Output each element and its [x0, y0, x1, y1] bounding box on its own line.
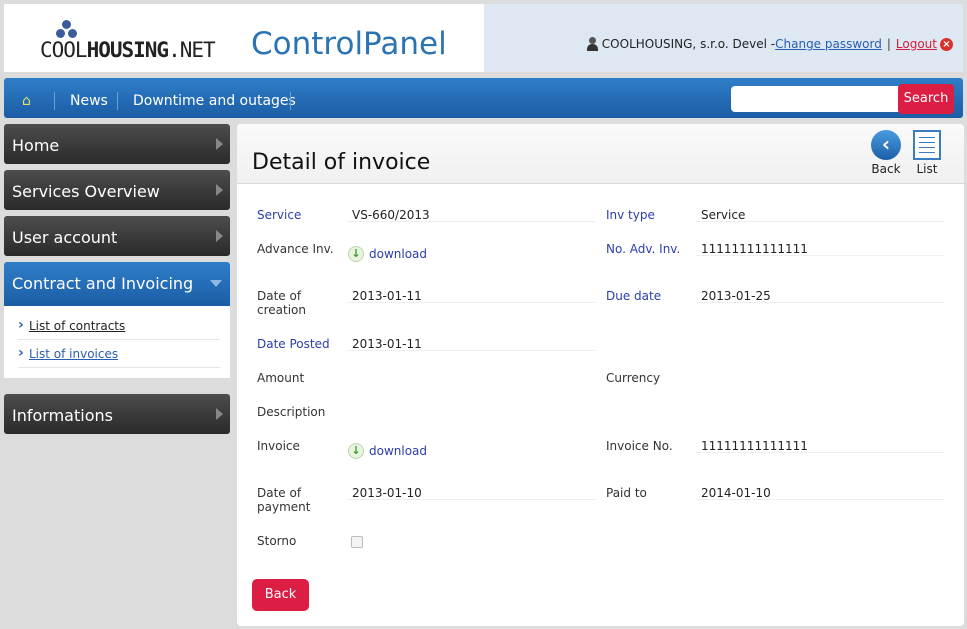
user-icon [586, 37, 598, 51]
sidebar-item-label: Contract and Invoicing [12, 274, 194, 293]
invoice-no-label: Invoice No. [606, 439, 673, 453]
main-panel: Detail of invoice ‹ Back List Service VS… [237, 124, 964, 626]
chevron-down-icon [210, 280, 222, 287]
home-icon: ⌂ [22, 93, 31, 109]
date-of-payment-label: Date of payment [257, 486, 311, 514]
storno-checkbox[interactable] [351, 536, 363, 548]
list-of-invoices-link[interactable]: List of invoices [29, 347, 118, 361]
no-adv-inv-label: No. Adv. Inv. [606, 242, 681, 256]
invoice-no-value: 11111111111111 [696, 439, 944, 453]
inv-type-label: Inv type [606, 208, 655, 222]
sidebar-item-informations[interactable]: Informations [4, 394, 230, 434]
list-icon [913, 130, 941, 160]
top-nav: ⌂ News Downtime and outages Search [4, 78, 963, 118]
change-password-link[interactable]: Change password [775, 37, 882, 51]
submenu-item-invoices[interactable]: List of invoices [18, 339, 220, 368]
user-name: COOLHOUSING, s.r.o. Devel - [601, 37, 776, 51]
sidebar-item-contract-invoicing[interactable]: Contract and Invoicing [4, 262, 230, 306]
service-value: VS-660/2013 [347, 208, 595, 222]
download-icon: ↓ [348, 246, 364, 262]
sidebar-item-label: Services Overview [12, 182, 160, 201]
download-label[interactable]: download [369, 444, 427, 458]
list-top-button[interactable]: List [911, 130, 943, 176]
service-label: Service [257, 208, 302, 222]
back-button[interactable]: Back [252, 579, 309, 611]
sidebar-submenu: List of contracts List of invoices [4, 306, 230, 378]
inv-type-value: Service [696, 208, 944, 222]
invoice-download[interactable]: ↓ download [348, 443, 427, 459]
currency-label: Currency [606, 371, 661, 385]
arrow-left-icon: ‹ [871, 130, 901, 160]
no-adv-inv-value: 11111111111111 [696, 242, 944, 256]
nav-divider [290, 92, 291, 110]
invoice-label: Invoice [257, 439, 300, 453]
date-of-creation-label: Date of creation [257, 289, 306, 317]
chevron-right-icon [216, 230, 223, 242]
description-label: Description [257, 405, 326, 419]
sidebar-item-label: User account [12, 228, 118, 247]
coolhousing-logo[interactable]: COOLHOUSING.NET [40, 20, 216, 64]
nav-divider [117, 92, 118, 110]
nav-divider [54, 92, 55, 110]
sidebar-item-label: Informations [12, 406, 113, 425]
paid-to-value: 2014-01-10 [696, 486, 944, 500]
sidebar-item-services-overview[interactable]: Services Overview [4, 170, 230, 210]
logout-icon[interactable]: × [940, 37, 953, 51]
storno-label: Storno [257, 534, 297, 548]
date-of-creation-value: 2013-01-11 [347, 289, 595, 303]
page-title: Detail of invoice [252, 150, 431, 175]
back-top-button[interactable]: ‹ Back [869, 130, 903, 176]
nav-item-downtime[interactable]: Downtime and outages [133, 78, 296, 118]
date-posted-value: 2013-01-11 [347, 337, 595, 351]
due-date-label: Due date [606, 289, 662, 303]
user-box: COOLHOUSING, s.r.o. Devel - Change passw… [586, 37, 953, 51]
list-of-contracts-link[interactable]: List of contracts [29, 319, 125, 333]
list-top-label: List [916, 162, 938, 176]
date-of-payment-value: 2013-01-10 [347, 486, 595, 500]
sidebar-item-home[interactable]: Home [4, 124, 230, 164]
sidebar-item-user-account[interactable]: User account [4, 216, 230, 256]
logout-link[interactable]: Logout [896, 37, 937, 51]
search-button[interactable]: Search [898, 84, 954, 114]
chevron-right-icon [216, 408, 223, 420]
sidebar-item-label: Home [12, 136, 60, 155]
download-icon: ↓ [348, 443, 364, 459]
download-label[interactable]: download [369, 247, 427, 261]
header-separator: | [886, 37, 891, 51]
back-top-label: Back [871, 162, 901, 176]
paid-to-label: Paid to [606, 486, 647, 500]
submenu-item-contracts[interactable]: List of contracts [18, 311, 220, 340]
search-input[interactable] [731, 86, 901, 112]
advance-inv-label: Advance Inv. [257, 242, 334, 256]
nav-item-news[interactable]: News [70, 78, 108, 118]
due-date-value: 2013-01-25 [696, 289, 944, 303]
app-title: ControlPanel [251, 26, 447, 62]
advance-inv-download[interactable]: ↓ download [348, 246, 427, 262]
chevron-right-icon [216, 184, 223, 196]
nav-home[interactable]: ⌂ [22, 78, 31, 118]
logo-text: COOLHOUSING.NET [40, 38, 216, 62]
chevron-right-icon [216, 138, 223, 150]
amount-label: Amount [257, 371, 305, 385]
header: COOLHOUSING.NET ControlPanel COOLHOUSING… [4, 4, 963, 72]
date-posted-label: Date Posted [257, 337, 330, 351]
